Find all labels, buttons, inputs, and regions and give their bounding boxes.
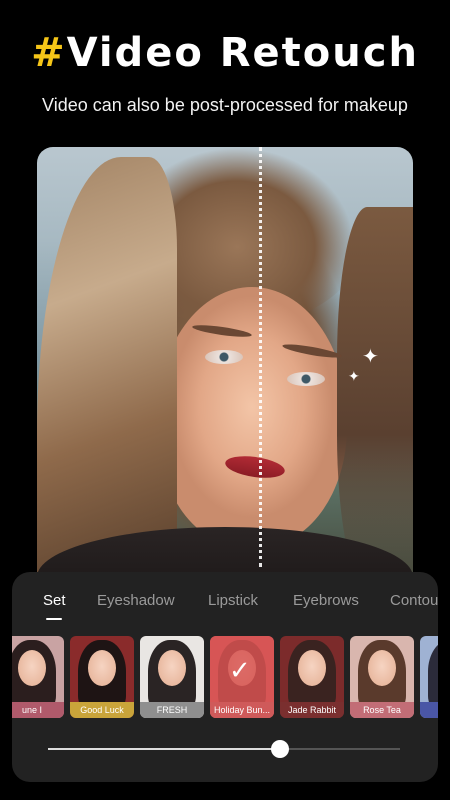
preset-label: Good Luck bbox=[70, 702, 134, 718]
preset-label: Rose Tea bbox=[350, 702, 414, 718]
sparkle-icon: ✦ bbox=[362, 344, 379, 368]
slider-fill bbox=[48, 748, 281, 750]
preset-label: Jade Rabbit bbox=[280, 702, 344, 718]
preset-hair bbox=[428, 640, 438, 710]
checkmark-icon: ✓ bbox=[229, 656, 251, 686]
face bbox=[157, 287, 347, 547]
hair-right bbox=[337, 207, 413, 587]
preset-label: FRESH bbox=[140, 702, 204, 718]
sparkle-icon: ✦ bbox=[348, 369, 360, 385]
preset-label: une I bbox=[12, 702, 64, 718]
preset-card[interactable]: Win bbox=[420, 636, 438, 718]
tab-lipstick[interactable]: Lipstick bbox=[208, 592, 258, 609]
preset-card[interactable]: Rose Tea bbox=[350, 636, 414, 718]
headline: #Video Retouch bbox=[0, 30, 450, 76]
preset-label: Holiday Bun... bbox=[210, 702, 274, 718]
preset-label: Win bbox=[420, 702, 438, 718]
subtitle: Video can also be post-processed for mak… bbox=[42, 95, 408, 115]
slider-thumb[interactable] bbox=[271, 740, 290, 758]
preset-card[interactable]: Jade Rabbit bbox=[280, 636, 344, 718]
compare-divider-handle[interactable] bbox=[259, 147, 262, 567]
headline-hash: # bbox=[31, 30, 67, 76]
tab-set[interactable]: Set bbox=[43, 592, 66, 609]
headline-title: Video Retouch bbox=[66, 30, 419, 76]
active-tab-indicator bbox=[46, 618, 62, 620]
tab-eyebrows[interactable]: Eyebrows bbox=[293, 592, 359, 609]
makeup-panel: Set Eyeshadow Lipstick Eyebrows Contou u… bbox=[12, 572, 438, 782]
preset-face bbox=[368, 650, 396, 686]
preset-face bbox=[18, 650, 46, 686]
preset-card[interactable]: ✓ Holiday Bun... bbox=[210, 636, 274, 718]
preset-card[interactable]: une I bbox=[12, 636, 64, 718]
preset-card[interactable]: Good Luck bbox=[70, 636, 134, 718]
preset-face bbox=[88, 650, 116, 686]
preset-face bbox=[158, 650, 186, 686]
preset-card[interactable]: FRESH bbox=[140, 636, 204, 718]
right-eye bbox=[287, 372, 325, 386]
preset-face bbox=[298, 650, 326, 686]
category-tabs: Set Eyeshadow Lipstick Eyebrows Contou bbox=[12, 592, 438, 622]
intensity-slider[interactable] bbox=[48, 740, 400, 758]
preset-list: une I Good Luck FRESH ✓ Holiday Bun... Jade R… bbox=[12, 636, 438, 720]
left-eye bbox=[205, 350, 243, 364]
tab-contour[interactable]: Contou bbox=[390, 592, 438, 609]
tab-eyeshadow[interactable]: Eyeshadow bbox=[97, 592, 175, 609]
